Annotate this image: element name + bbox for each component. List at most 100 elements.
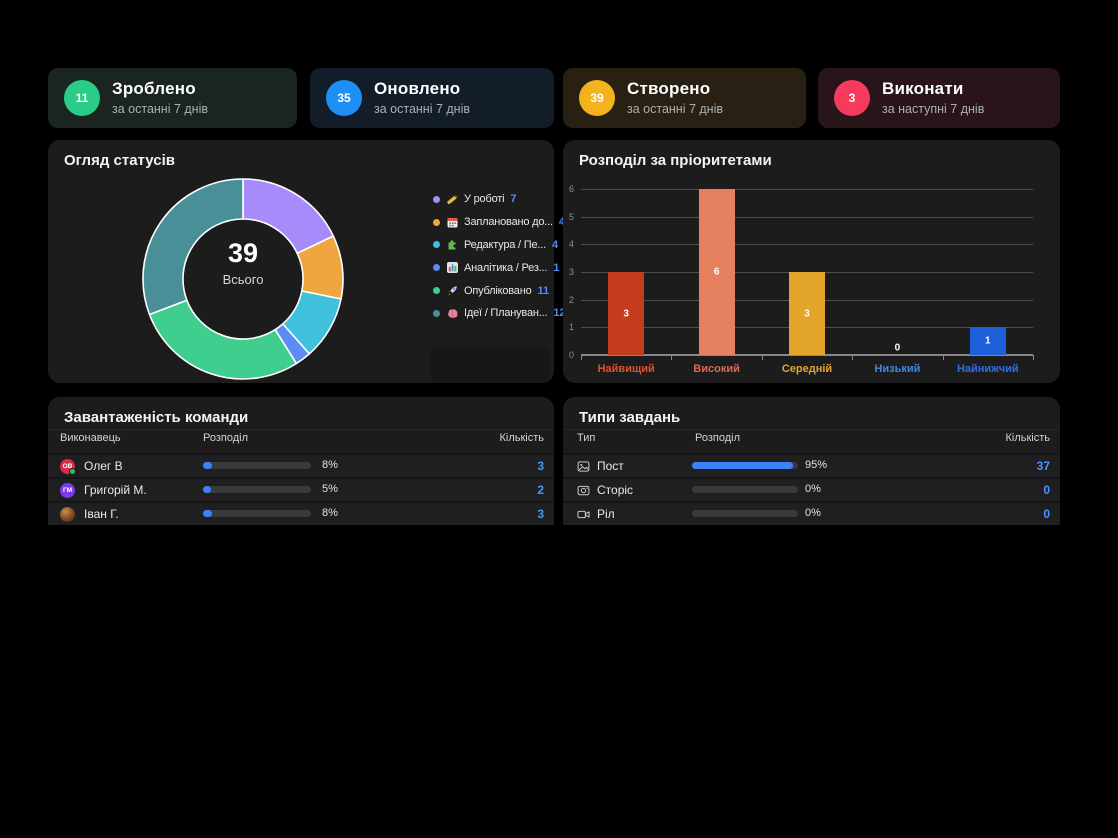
axis-tick (581, 355, 582, 360)
axis-tick (1033, 355, 1034, 360)
priorities-bar-chart: 65432103Найвищий6Високий3Середній0Низьки… (581, 189, 1033, 355)
legend-value: 11 (538, 285, 550, 297)
bar-chart-emoji (446, 261, 459, 274)
workload-percent: 8% (322, 459, 338, 471)
legend-color-dot (433, 219, 440, 226)
video-icon (577, 508, 590, 521)
gridline (581, 189, 1033, 190)
x-axis-label: Високий (672, 363, 762, 375)
stat-card-todo[interactable]: 3 Виконати за наступні 7 днів (818, 68, 1060, 128)
workload-progress-bar (203, 462, 311, 469)
stat-card-done[interactable]: 11 Зроблено за останні 7 днів (48, 68, 297, 128)
axis-tick (852, 355, 853, 360)
task-count: 2 (537, 483, 544, 497)
legend-value: 7 (510, 193, 516, 205)
workload-progress-bar (203, 510, 311, 517)
legend-item-0[interactable]: У роботі7 (433, 188, 554, 211)
legend-item-5[interactable]: Ідеї / Плануван...12 (433, 302, 554, 325)
todo-count-badge: 3 (834, 80, 870, 116)
legend-item-1[interactable]: Заплановано до...4 (433, 211, 554, 234)
donut-slice-5[interactable] (143, 179, 243, 315)
workload-percent: 8% (322, 507, 338, 519)
legend-label: Аналітика / Рез... (464, 262, 547, 274)
created-title: Створено (627, 80, 723, 97)
calendar-emoji (446, 216, 459, 229)
x-axis-label: Найнижчий (943, 363, 1033, 375)
progress-fill (203, 510, 212, 517)
workload-progress-bar (203, 486, 311, 493)
col-assignee: Виконавець (60, 432, 121, 444)
divider (48, 429, 554, 430)
task-count: 3 (537, 459, 544, 473)
bar-value-label: 3 (789, 308, 825, 319)
type-label: Пост (597, 459, 624, 473)
legend-item-3[interactable]: Аналітика / Рез...1 (433, 256, 554, 279)
legend-label: Ідеї / Плануван... (464, 307, 547, 319)
stat-card-updated[interactable]: 35 Оновлено за останні 7 днів (310, 68, 554, 128)
progress-fill (203, 486, 211, 493)
y-tick-label: 5 (569, 212, 574, 222)
updated-subtitle: за останні 7 днів (374, 103, 470, 116)
donut-slice-4[interactable] (150, 300, 297, 379)
type-percent: 0% (805, 483, 821, 495)
created-count-badge: 39 (579, 80, 615, 116)
todo-subtitle: за наступні 7 днів (882, 103, 984, 116)
legend-color-dot (433, 241, 440, 248)
legend-color-dot (433, 264, 440, 271)
axis-tick (943, 355, 944, 360)
status-overview-card: Огляд статусів 39 Всього У роботі7Заплан… (48, 140, 554, 383)
progress-fill (692, 462, 793, 469)
y-tick-label: 4 (569, 239, 574, 249)
legend-value: 4 (552, 239, 558, 251)
y-tick-label: 1 (569, 322, 574, 332)
task-type-row-2: Ріл0%0 (563, 501, 1060, 525)
col-distribution: Розподіл (695, 432, 740, 444)
done-count-badge: 11 (64, 80, 100, 116)
todo-title: Виконати (882, 80, 984, 97)
legend-item-4[interactable]: Опубліковано11 (433, 279, 554, 302)
task-types-card: Типи завдань Тип Розподіл Кількість Пост… (563, 397, 1060, 521)
avatar-photo (60, 507, 75, 522)
type-count: 37 (1037, 459, 1050, 473)
updated-title: Оновлено (374, 80, 470, 97)
updated-count-badge: 35 (326, 80, 362, 116)
team-row-0: ОВОлег В8%3 (48, 453, 554, 477)
legend-color-dot (433, 310, 440, 317)
task-types-title: Типи завдань (579, 409, 680, 426)
task-type-row-1: Сторіс0%0 (563, 477, 1060, 501)
y-tick-label: 3 (569, 267, 574, 277)
bar-value-label: 0 (879, 343, 915, 354)
team-table-header: Виконавець Розподіл Кількість (48, 432, 554, 453)
team-workload-title: Завантаженість команди (64, 409, 248, 426)
team-row-1: ГМГригорій М.5%2 (48, 477, 554, 501)
y-tick-label: 6 (569, 184, 574, 194)
col-type: Тип (577, 432, 595, 444)
workload-percent: 5% (322, 483, 338, 495)
status-donut-chart (142, 178, 344, 380)
priorities-card: Розподіл за пріоритетами 65432103Найвищи… (563, 140, 1060, 383)
stat-card-created[interactable]: 39 Створено за останні 7 днів (563, 68, 806, 128)
created-subtitle: за останні 7 днів (627, 103, 723, 116)
col-distribution: Розподіл (203, 432, 248, 444)
gridline (581, 244, 1033, 245)
writing-hand-emoji (446, 193, 459, 206)
priorities-title: Розподіл за пріоритетами (579, 152, 772, 169)
type-label: Ріл (597, 507, 615, 521)
task-types-table-header: Тип Розподіл Кількість (563, 432, 1060, 453)
camera-icon (577, 484, 590, 497)
legend-color-dot (433, 196, 440, 203)
type-percent: 95% (805, 459, 827, 471)
type-progress-bar (692, 486, 798, 493)
legend-value: 1 (553, 262, 559, 274)
status-overview-title: Огляд статусів (64, 152, 175, 169)
team-workload-card: Завантаженість команди Виконавець Розпод… (48, 397, 554, 521)
legend-label: Заплановано до... (464, 216, 553, 228)
type-progress-bar (692, 510, 798, 517)
legend-item-2[interactable]: Редактура / Пе...4 (433, 234, 554, 257)
x-axis-label: Низький (852, 363, 942, 375)
legend-color-dot (433, 287, 440, 294)
type-progress-bar (692, 462, 798, 469)
bar-value-label: 1 (970, 336, 1006, 347)
y-tick-label: 0 (569, 350, 574, 360)
type-label: Сторіс (597, 483, 633, 497)
